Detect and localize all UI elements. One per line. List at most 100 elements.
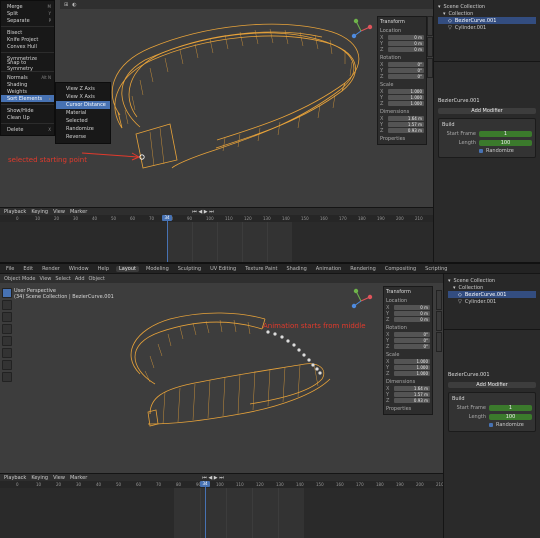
menu-bisect[interactable]: Bisect bbox=[1, 29, 54, 36]
outliner-bezier[interactable]: ◇ BezierCurve.001 bbox=[448, 291, 536, 298]
loc-y[interactable]: Y0 m bbox=[380, 41, 424, 47]
sort-reverse[interactable]: Reverse bbox=[56, 133, 110, 141]
sort-view-x[interactable]: View X Axis bbox=[56, 93, 110, 101]
rot-z[interactable]: Z 0° bbox=[386, 344, 430, 350]
scale-z[interactable]: Z 1.000 bbox=[386, 371, 430, 377]
play-controls[interactable]: ⏮ ◀ ▶ ⏭ bbox=[202, 475, 223, 481]
menu-edit[interactable]: Edit bbox=[21, 266, 35, 272]
scale-x[interactable]: X 1.000 bbox=[386, 359, 430, 365]
scale-y[interactable]: Y 1.000 bbox=[380, 95, 424, 101]
tab-compositing[interactable]: Compositing bbox=[383, 266, 418, 272]
playhead[interactable] bbox=[167, 215, 168, 262]
length-field[interactable]: Length 100 bbox=[442, 139, 532, 146]
menu-file[interactable]: File bbox=[4, 266, 16, 272]
timeline-marker[interactable]: Marker bbox=[70, 209, 87, 215]
loc-y[interactable]: Y0 m bbox=[386, 311, 430, 317]
start-frame-field[interactable]: Start Frame 1 bbox=[452, 404, 532, 411]
add-modifier[interactable]: Add Modifier bbox=[438, 107, 536, 114]
menu-knife-project[interactable]: Knife Project bbox=[1, 36, 54, 43]
tab-shading[interactable]: Shading bbox=[284, 266, 308, 272]
timeline-ruler[interactable]: 0102030405060708090100110120130140150160… bbox=[0, 481, 444, 488]
timeline-playback[interactable]: Playback bbox=[4, 475, 26, 481]
tab-texture-paint[interactable]: Texture Paint bbox=[243, 266, 279, 272]
timeline-body[interactable] bbox=[0, 215, 433, 262]
scale-x[interactable]: X 1.000 bbox=[380, 89, 424, 95]
loc-x[interactable]: X0 m bbox=[386, 305, 430, 311]
3d-viewport[interactable]: ⊞ ◐ selected starting point Transform Lo… bbox=[0, 0, 433, 207]
dim-x[interactable]: X 1.64 m bbox=[380, 116, 424, 122]
dim-z[interactable]: Z 0.93 m bbox=[380, 128, 424, 134]
menu-help[interactable]: Help bbox=[96, 266, 111, 272]
play-controls[interactable]: ⏮ ◀ ▶ ⏭ bbox=[192, 209, 213, 215]
dim-x[interactable]: X 1.64 m bbox=[386, 386, 430, 392]
dim-y[interactable]: Y 1.57 m bbox=[380, 122, 424, 128]
timeline-keying[interactable]: Keying bbox=[31, 209, 48, 215]
scale-z[interactable]: Z 1.000 bbox=[380, 101, 424, 107]
tab-uv-editing[interactable]: UV Editing bbox=[208, 266, 238, 272]
menu-snap-symmetry[interactable]: Snap to Symmetry bbox=[1, 60, 54, 72]
menu-weights[interactable]: Weights bbox=[1, 88, 54, 95]
menu-split[interactable]: Split Y bbox=[1, 10, 54, 17]
tab-layout[interactable]: Layout bbox=[116, 265, 139, 272]
randomize-checkbox[interactable]: Randomize bbox=[479, 148, 532, 154]
randomize-checkbox[interactable]: Randomize bbox=[489, 422, 532, 428]
navigation-gizmo[interactable] bbox=[348, 18, 374, 44]
outliner-scene-collection[interactable]: ▾ Scene Collection bbox=[448, 277, 536, 284]
timeline-view[interactable]: View bbox=[53, 209, 65, 215]
timeline-keying[interactable]: Keying bbox=[31, 475, 48, 481]
tab-sculpting[interactable]: Sculpting bbox=[176, 266, 203, 272]
playhead[interactable] bbox=[205, 481, 206, 538]
loc-x[interactable]: X0 m bbox=[380, 35, 424, 41]
add-modifier[interactable]: Add Modifier bbox=[448, 381, 536, 388]
timeline-view[interactable]: View bbox=[53, 475, 65, 481]
timeline-playback[interactable]: Playback bbox=[4, 209, 26, 215]
outliner-collection[interactable]: ▾ Collection bbox=[448, 284, 536, 291]
dim-y[interactable]: Y 1.57 m bbox=[386, 392, 430, 398]
outliner-scene-collection[interactable]: ▾ Scene Collection bbox=[438, 3, 536, 10]
tab-scripting[interactable]: Scripting bbox=[423, 266, 449, 272]
tab-rendering[interactable]: Rendering bbox=[348, 266, 378, 272]
menu-render[interactable]: Render bbox=[40, 266, 62, 272]
menu-show-hide[interactable]: Show/Hide bbox=[1, 107, 54, 114]
menu-window[interactable]: Window bbox=[67, 266, 91, 272]
timeline-body[interactable] bbox=[0, 481, 443, 538]
ruler-tick: 80 bbox=[176, 482, 182, 487]
timeline-ruler[interactable]: 0102030405060708090100110120130140150160… bbox=[0, 215, 433, 222]
menu-shading[interactable]: Shading bbox=[1, 81, 54, 88]
menu-normals[interactable]: Normals Alt N bbox=[1, 74, 54, 81]
rot-y[interactable]: Y 0° bbox=[380, 68, 424, 74]
curve-mesh-build-partial[interactable] bbox=[0, 274, 443, 473]
outliner-bezier[interactable]: ◇ BezierCurve.001 bbox=[438, 17, 536, 24]
loc-z[interactable]: Z0 m bbox=[380, 47, 424, 53]
menu-clean-up[interactable]: Clean Up bbox=[1, 114, 54, 121]
menu-convex-hull[interactable]: Convex Hull bbox=[1, 43, 54, 50]
menu-sort-elements[interactable]: Sort Elements ▸ bbox=[1, 95, 54, 102]
outliner-collection[interactable]: ▾ Collection bbox=[438, 10, 536, 17]
3d-viewport[interactable]: Object Mode View Select Add Object User … bbox=[0, 274, 443, 473]
dim-z[interactable]: Z 0.93 m bbox=[386, 398, 430, 404]
menu-separate[interactable]: Separate P bbox=[1, 17, 54, 24]
sort-material[interactable]: Material bbox=[56, 109, 110, 117]
outliner-cylinder[interactable]: ▽ Cylinder.001 bbox=[448, 298, 536, 305]
rot-z[interactable]: Z 0° bbox=[380, 74, 424, 80]
ruler-tick: 190 bbox=[377, 216, 385, 221]
timeline-marker[interactable]: Marker bbox=[70, 475, 87, 481]
sort-randomize[interactable]: Randomize bbox=[56, 125, 110, 133]
rot-y[interactable]: Y 0° bbox=[386, 338, 430, 344]
tab-modeling[interactable]: Modeling bbox=[144, 266, 171, 272]
rot-x[interactable]: X 0° bbox=[386, 332, 430, 338]
rot-x[interactable]: X 0° bbox=[380, 62, 424, 68]
length-field[interactable]: Length 100 bbox=[452, 413, 532, 420]
scale-y[interactable]: Y 1.000 bbox=[386, 365, 430, 371]
outliner-cylinder[interactable]: ▽ Cylinder.001 bbox=[438, 24, 536, 31]
loc-z[interactable]: Z0 m bbox=[386, 317, 430, 323]
tab-animation[interactable]: Animation bbox=[314, 266, 344, 272]
start-frame-field[interactable]: Start Frame 1 bbox=[442, 130, 532, 137]
sidebar-tabs[interactable] bbox=[436, 290, 442, 352]
menu-merge[interactable]: Merge M bbox=[1, 3, 54, 10]
sort-cursor-distance[interactable]: Cursor Distance bbox=[56, 101, 110, 109]
sort-selected[interactable]: Selected bbox=[56, 117, 110, 125]
menu-delete[interactable]: Delete X bbox=[1, 126, 54, 133]
navigation-gizmo[interactable] bbox=[348, 288, 374, 314]
sort-view-z[interactable]: View Z Axis bbox=[56, 85, 110, 93]
